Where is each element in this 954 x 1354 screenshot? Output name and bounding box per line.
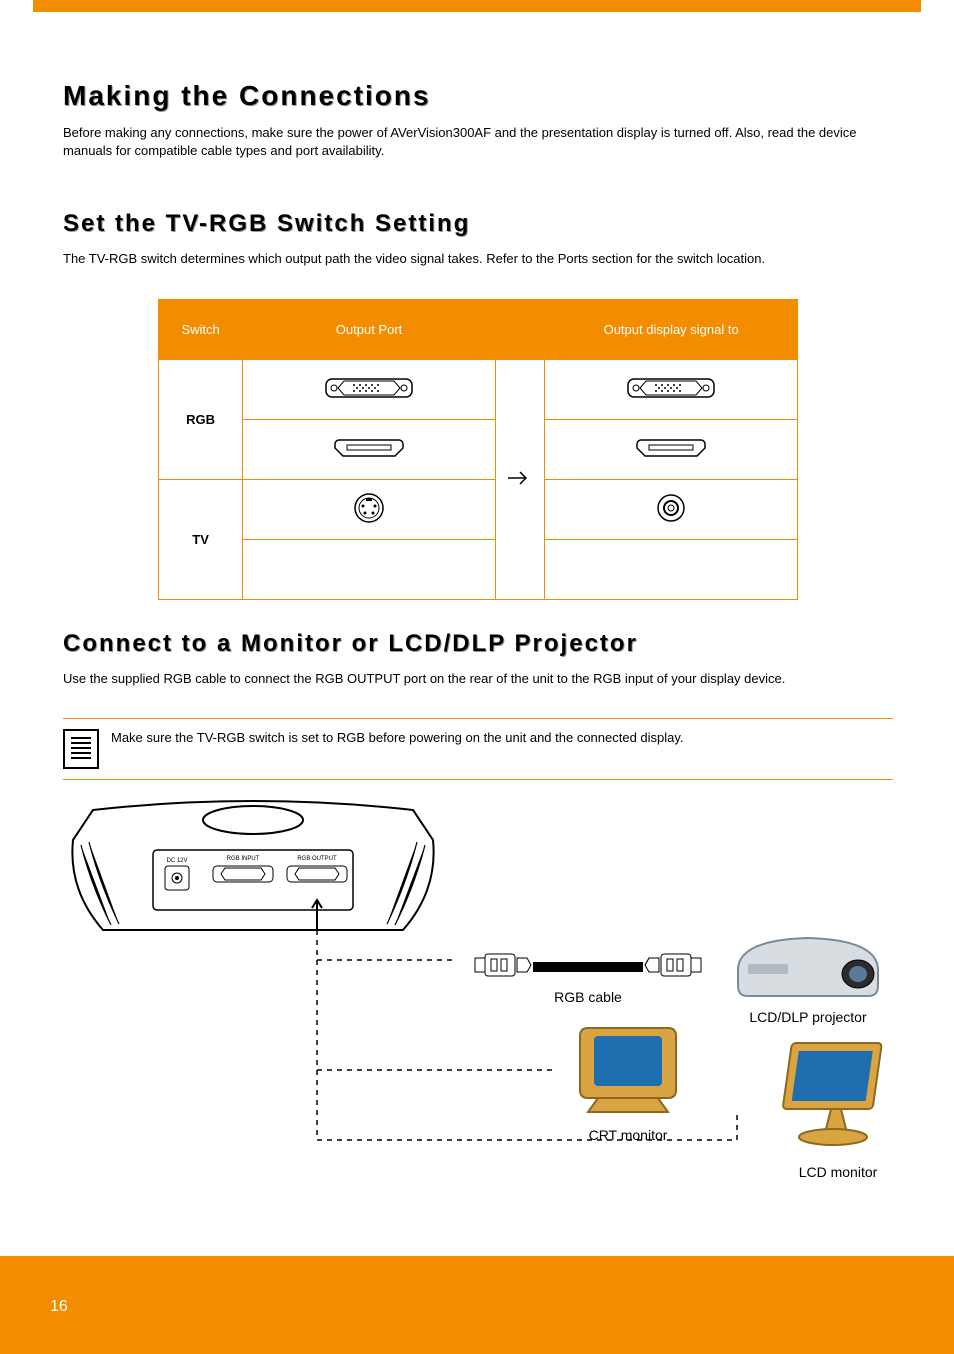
dev-tv-blank bbox=[545, 539, 798, 599]
row-tv-label: TV bbox=[159, 479, 243, 599]
th-dev: Output display signal to bbox=[545, 299, 798, 359]
connection-diagram: DC 12V RGB INPUT RGB OUTPUT bbox=[63, 800, 893, 1180]
svideo-port-icon bbox=[349, 488, 389, 531]
page-heading: Making the Connections bbox=[63, 80, 893, 112]
vga-plug-right-icon bbox=[643, 950, 703, 985]
arrow-col bbox=[495, 359, 544, 599]
row-rgb-label: RGB bbox=[159, 359, 243, 479]
rgb-cable-label: RGB cable bbox=[453, 989, 723, 1005]
vga-plug-left-icon bbox=[473, 950, 533, 985]
note-text: Make sure the TV-RGB switch is set to RG… bbox=[111, 729, 893, 747]
vga-port-icon bbox=[626, 373, 716, 406]
switch-setting-table: Switch Output Port Output display signal… bbox=[158, 299, 798, 600]
port-tv-blank bbox=[243, 539, 496, 599]
dlp-label: LCD/DLP projector bbox=[723, 1009, 893, 1025]
device-rear-panel: DC 12V RGB INPUT RGB OUTPUT bbox=[63, 800, 443, 960]
dlp-projector: LCD/DLP projector bbox=[723, 930, 893, 1025]
section2-heading: Connect to a Monitor or LCD/DLP Projecto… bbox=[63, 630, 893, 658]
th-switch: Switch bbox=[159, 299, 243, 359]
port-tv-svideo bbox=[243, 479, 496, 539]
rgb-cable: RGB cable bbox=[453, 950, 723, 1005]
rca-port-icon bbox=[651, 488, 691, 531]
svg-text:RGB OUTPUT: RGB OUTPUT bbox=[297, 856, 337, 862]
page-number: 16 bbox=[50, 1298, 68, 1316]
lcd-label: LCD monitor bbox=[763, 1164, 913, 1180]
th-port: Output Port bbox=[243, 299, 496, 359]
port-rgb-hdmi bbox=[243, 419, 496, 479]
port-rgb-vga bbox=[243, 359, 496, 419]
note-icon bbox=[63, 729, 99, 769]
intro-text: Before making any connections, make sure… bbox=[63, 124, 893, 160]
header-accent-strip bbox=[33, 0, 921, 12]
section1-desc: The TV-RGB switch determines which outpu… bbox=[63, 250, 893, 268]
dev-rgb-vga bbox=[545, 359, 798, 419]
footer-bar bbox=[0, 1256, 954, 1354]
section2-desc: Use the supplied RGB cable to connect th… bbox=[63, 670, 893, 688]
note-block: Make sure the TV-RGB switch is set to RG… bbox=[63, 718, 893, 780]
page-content: Making the Connections Before making any… bbox=[63, 80, 893, 1180]
dev-tv-rca bbox=[545, 479, 798, 539]
lcd-monitor: LCD monitor bbox=[763, 1035, 913, 1180]
crt-monitor: CRT monitor bbox=[553, 1018, 703, 1143]
dc-label: DC 12V bbox=[166, 858, 187, 864]
svg-text:RGB INPUT: RGB INPUT bbox=[227, 856, 260, 862]
crt-label: CRT monitor bbox=[553, 1127, 703, 1143]
hdmi-port-icon bbox=[329, 434, 409, 465]
vga-port-icon bbox=[324, 373, 414, 406]
dev-rgb-hdmi bbox=[545, 419, 798, 479]
section1-heading: Set the TV-RGB Switch Setting bbox=[63, 210, 893, 238]
hdmi-port-icon bbox=[631, 434, 711, 465]
